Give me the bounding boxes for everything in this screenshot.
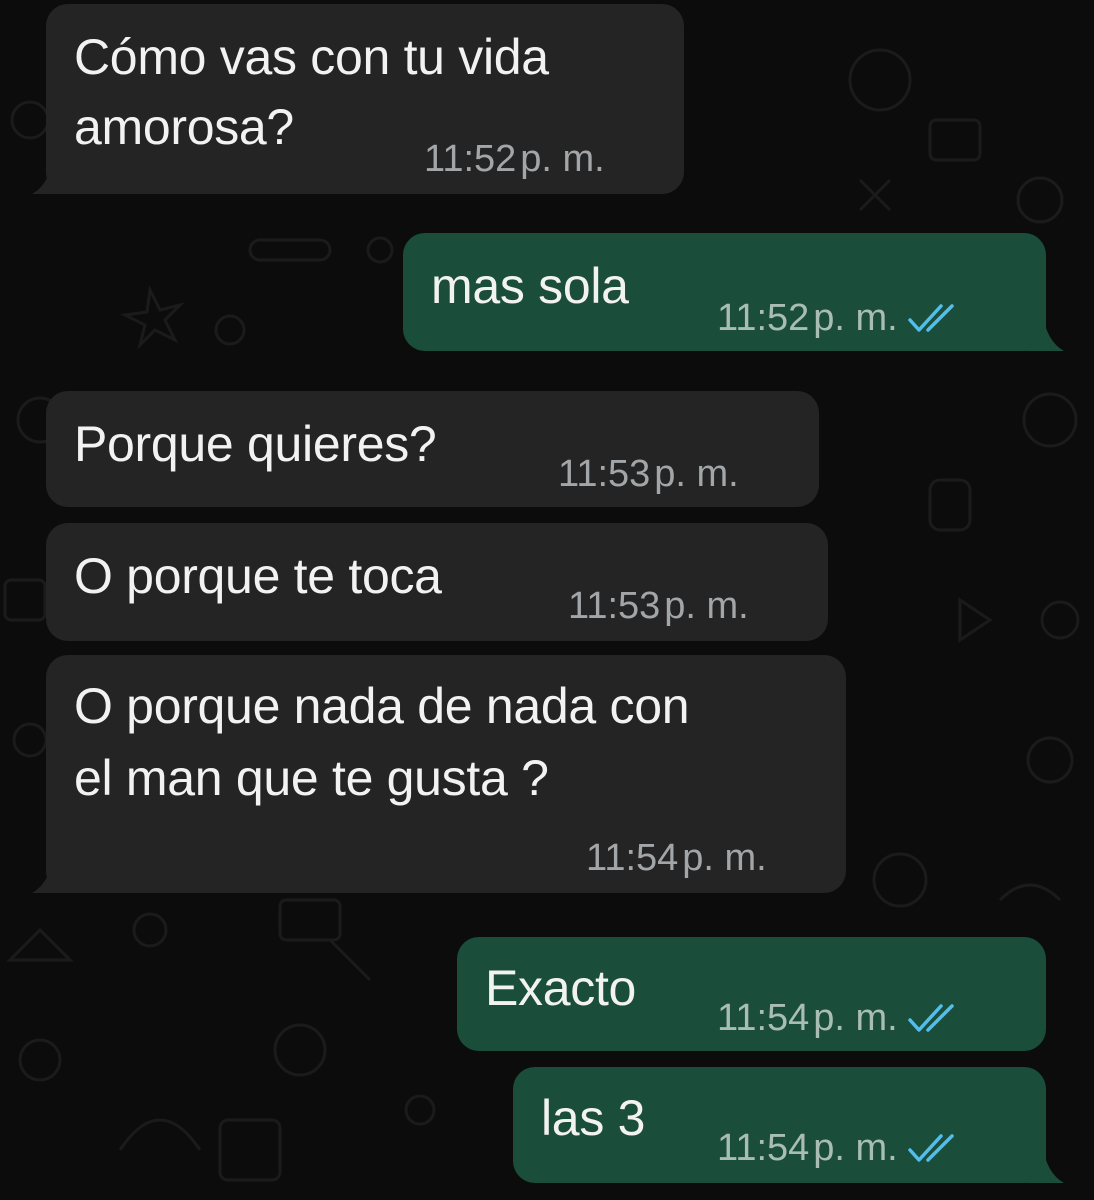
message-text-line: O porque nada de nada con [74, 678, 690, 734]
message-period: p. m. [654, 453, 739, 495]
message-period: p. m. [813, 297, 898, 339]
message-period: p. m. [813, 997, 898, 1039]
message-text-line: O porque te toca [74, 548, 442, 604]
message-text-line: las 3 [541, 1090, 646, 1146]
message-text-line: Exacto [485, 960, 637, 1016]
message-text-line: mas sola [431, 258, 629, 314]
message-period: p. m. [813, 1127, 898, 1169]
message-text-line: Porque quieres? [74, 416, 437, 472]
message-text-line: Cómo vas con tu vida [74, 29, 549, 85]
message-time: 11:54 [586, 837, 679, 879]
message-time: 11:53 [558, 453, 651, 495]
message-meta: 11:54 p. m. [717, 997, 966, 1040]
message-outgoing[interactable]: mas sola 11:52 p. m. [403, 233, 1046, 351]
bubble-tail [32, 154, 70, 194]
message-time: 11:54 [717, 997, 810, 1039]
bubble-tail [32, 853, 70, 893]
message-meta: 11:53 p. m. [568, 585, 749, 628]
message-time: 11:53 [568, 585, 661, 627]
double-check-icon [908, 1133, 954, 1162]
message-incoming[interactable]: O porque te toca 11:53 p. m. [46, 523, 828, 641]
message-meta: 11:54 p. m. [717, 1127, 966, 1170]
bubble-tail [1026, 1143, 1064, 1183]
message-meta: 11:54 p. m. [586, 837, 767, 880]
message-incoming[interactable]: O porque nada de nada con el man que te … [46, 655, 846, 893]
message-period: p. m. [682, 837, 767, 879]
bubble-tail [1026, 311, 1064, 351]
message-time: 11:54 [717, 1127, 810, 1169]
message-time: 11:52 [424, 138, 517, 180]
message-text-line: amorosa? [74, 99, 294, 155]
double-check-icon [908, 1003, 954, 1032]
message-time: 11:52 [717, 297, 810, 339]
message-incoming[interactable]: Porque quieres? 11:53 p. m. [46, 391, 819, 507]
double-check-icon [908, 303, 954, 332]
message-text-line: el man que te gusta ? [74, 750, 549, 806]
message-incoming[interactable]: Cómo vas con tu vida amorosa? 11:52 p. m… [46, 4, 684, 194]
message-outgoing[interactable]: Exacto 11:54 p. m. [457, 937, 1046, 1051]
message-period: p. m. [520, 138, 605, 180]
message-meta: 11:52 p. m. [717, 297, 966, 340]
message-period: p. m. [664, 585, 749, 627]
message-meta: 11:53 p. m. [558, 453, 739, 496]
message-outgoing[interactable]: las 3 11:54 p. m. [513, 1067, 1046, 1183]
message-meta: 11:52 p. m. [424, 138, 605, 181]
